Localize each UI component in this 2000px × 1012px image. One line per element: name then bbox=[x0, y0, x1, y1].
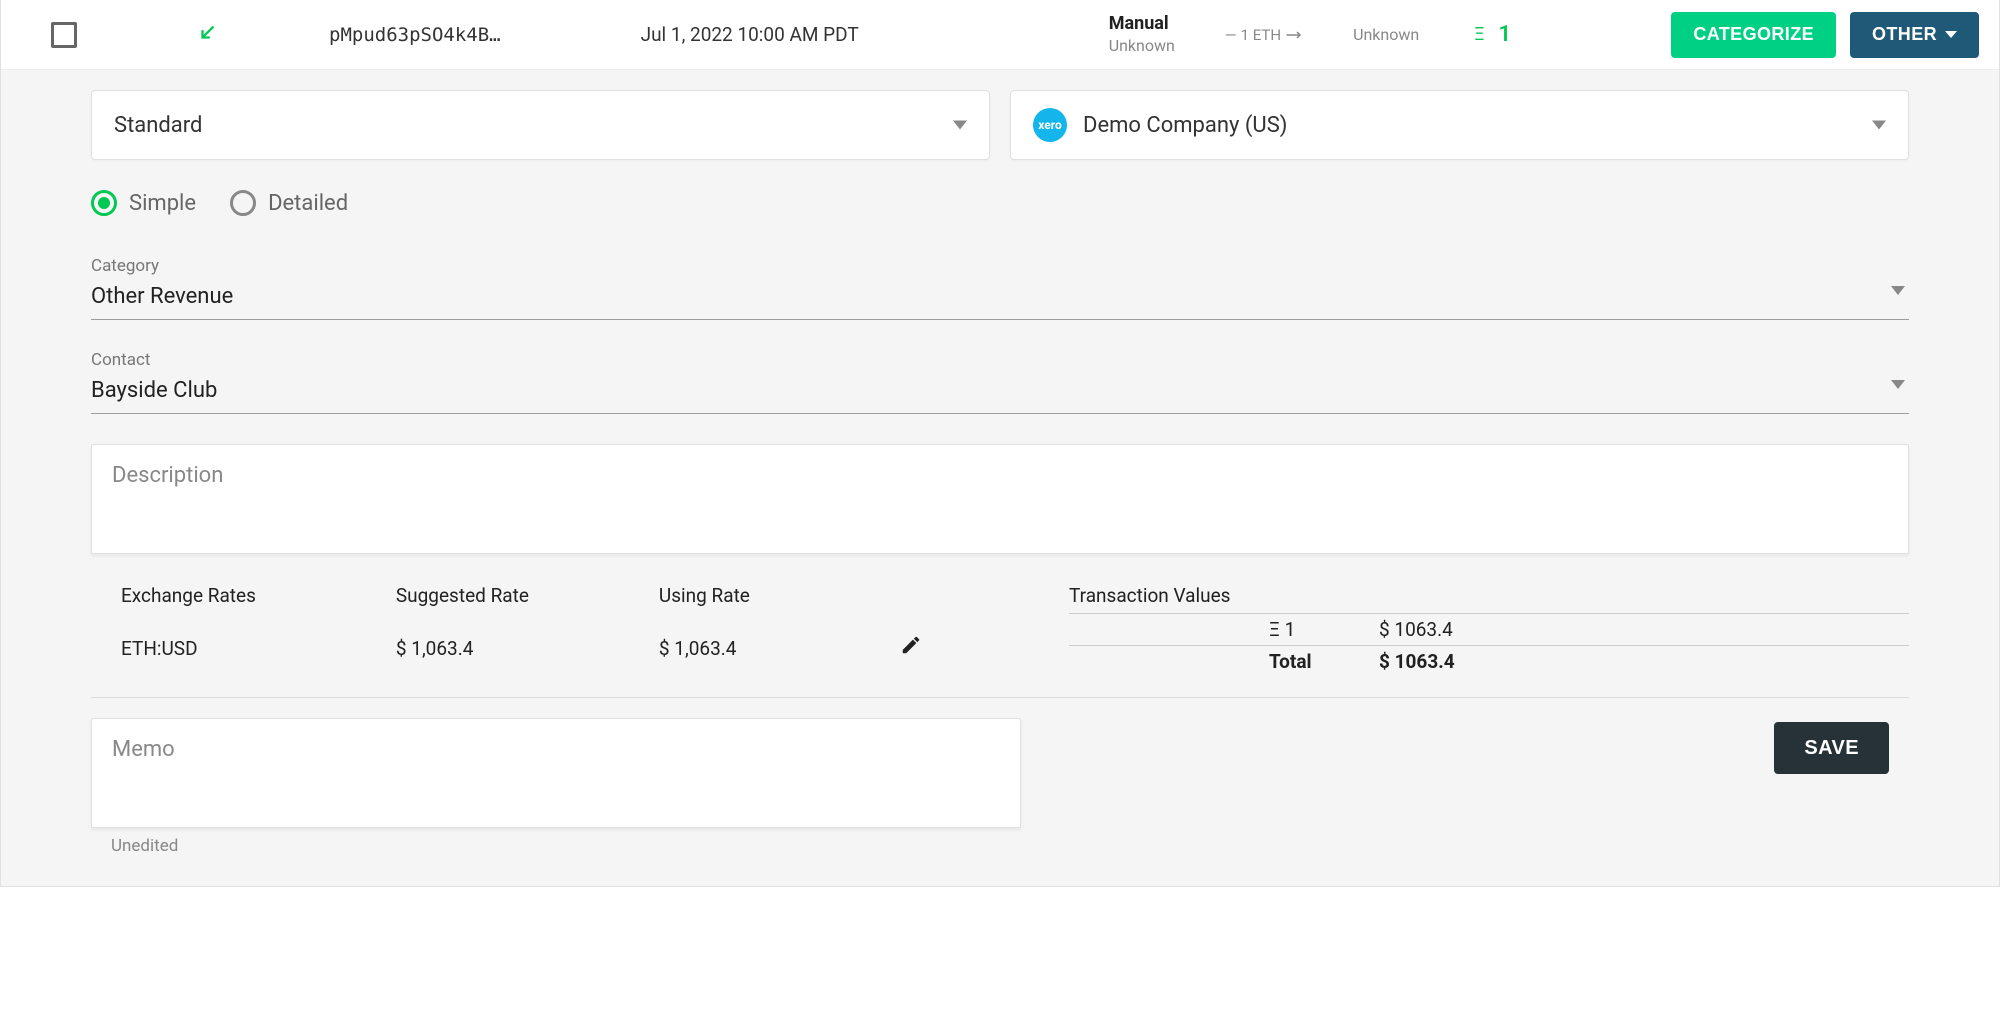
chevron-down-icon bbox=[953, 121, 967, 130]
txvalue-line-value: $ 1063.4 bbox=[1379, 618, 1909, 641]
contact-value: Bayside Club bbox=[91, 378, 217, 403]
chevron-down-icon bbox=[1891, 286, 1905, 295]
transaction-row: pMpud63pSO4k4B… Jul 1, 2022 10:00 AM PDT… bbox=[1, 0, 1999, 70]
template-select[interactable]: Standard bbox=[91, 90, 990, 160]
contact-label: Contact bbox=[91, 350, 1909, 370]
suggested-rate: $ 1,063.4 bbox=[396, 637, 529, 660]
using-rate-header: Using Rate bbox=[659, 584, 750, 607]
template-value: Standard bbox=[114, 113, 202, 138]
memo-placeholder: Memo bbox=[112, 737, 175, 762]
amount-display: Ξ 1 bbox=[1474, 22, 1511, 47]
xero-logo-icon: xero bbox=[1033, 108, 1067, 142]
source-primary: Manual bbox=[1109, 12, 1175, 35]
memo-input[interactable]: Memo bbox=[91, 718, 1021, 828]
pencil-icon bbox=[900, 634, 922, 656]
transfer-qty: 1 ETH bbox=[1241, 26, 1281, 44]
txvalues-title: Transaction Values bbox=[1069, 584, 1909, 607]
using-rate: $ 1,063.4 bbox=[659, 637, 750, 660]
eth-symbol-icon: Ξ bbox=[1474, 24, 1484, 45]
category-value: Other Revenue bbox=[91, 284, 233, 309]
unedited-label: Unedited bbox=[111, 836, 1979, 856]
transfer-amount: — 1 ETH bbox=[1225, 26, 1303, 44]
category-label: Category bbox=[91, 256, 1909, 276]
transaction-source: Manual Unknown bbox=[1109, 12, 1175, 56]
company-value: Demo Company (US) bbox=[1083, 113, 1287, 138]
contact-field[interactable]: Contact Bayside Club bbox=[91, 350, 1909, 414]
view-mode-toggle: Simple Detailed bbox=[91, 190, 1909, 216]
rates-section: Exchange Rates ETH:USD Suggested Rate $ … bbox=[121, 584, 1909, 677]
edit-panel: Standard xero Demo Company (US) Simple D… bbox=[1, 70, 1999, 886]
save-button[interactable]: SAVE bbox=[1774, 722, 1889, 774]
transaction-edit-page: pMpud63pSO4k4B… Jul 1, 2022 10:00 AM PDT… bbox=[0, 0, 2000, 887]
txvalue-total-value: $ 1063.4 bbox=[1379, 650, 1909, 673]
source-secondary: Unknown bbox=[1109, 36, 1175, 57]
transaction-hash[interactable]: pMpud63pSO4k4B… bbox=[329, 24, 501, 46]
description-input[interactable]: Description bbox=[91, 444, 1909, 554]
rate-pair: ETH:USD bbox=[121, 637, 256, 660]
transaction-date: Jul 1, 2022 10:00 AM PDT bbox=[641, 23, 859, 46]
radio-detailed[interactable]: Detailed bbox=[230, 190, 348, 216]
category-field[interactable]: Category Other Revenue bbox=[91, 256, 1909, 320]
txvalue-line-symbol: Ξ 1 bbox=[1069, 618, 1379, 641]
incoming-arrow-icon bbox=[197, 21, 219, 48]
edit-rate-button[interactable] bbox=[900, 634, 922, 677]
description-placeholder: Description bbox=[112, 463, 223, 488]
exchange-rates-header: Exchange Rates bbox=[121, 584, 256, 607]
amount-value: 1 bbox=[1499, 22, 1512, 47]
radio-simple[interactable]: Simple bbox=[91, 190, 196, 216]
chevron-down-icon bbox=[1945, 31, 1957, 38]
categorize-button[interactable]: CATEGORIZE bbox=[1671, 12, 1836, 58]
divider bbox=[91, 697, 1909, 698]
select-checkbox[interactable] bbox=[51, 22, 77, 48]
other-button[interactable]: OTHER bbox=[1850, 12, 1979, 58]
chevron-down-icon bbox=[1891, 380, 1905, 389]
company-select[interactable]: xero Demo Company (US) bbox=[1010, 90, 1909, 160]
suggested-rate-header: Suggested Rate bbox=[396, 584, 529, 607]
counterparty: Unknown bbox=[1353, 25, 1419, 44]
transaction-values: Transaction Values Ξ 1 $ 1063.4 Total $ … bbox=[1069, 584, 1909, 677]
chevron-down-icon bbox=[1872, 121, 1886, 130]
txvalue-total-label: Total bbox=[1069, 650, 1379, 673]
